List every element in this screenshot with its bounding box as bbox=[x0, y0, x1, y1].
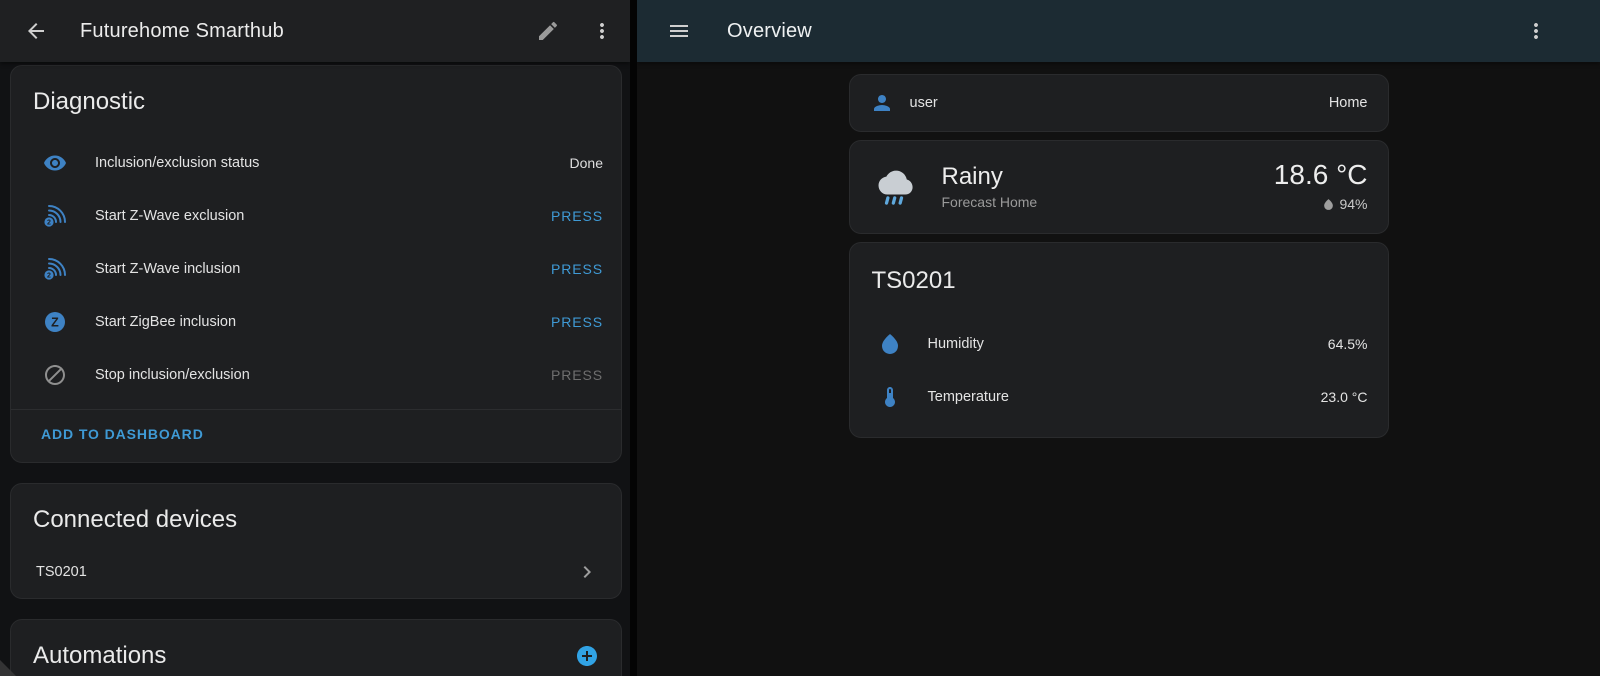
weather-condition: Rainy bbox=[942, 163, 1038, 191]
eye-icon bbox=[43, 151, 67, 175]
dashboard-view: user Home bbox=[637, 62, 1600, 676]
add-to-dashboard-button[interactable]: ADD TO DASHBOARD bbox=[41, 426, 204, 442]
device-list-item[interactable]: TS0201 bbox=[11, 548, 621, 598]
row-label: Stop inclusion/exclusion bbox=[95, 367, 250, 383]
person-name: user bbox=[910, 95, 938, 111]
z-wave-icon: 2 bbox=[43, 257, 67, 281]
entity-row-humidity[interactable]: Humidity 64.5% bbox=[850, 317, 1388, 370]
view-title: Overview bbox=[727, 20, 812, 43]
svg-text:Z: Z bbox=[51, 315, 59, 329]
press-button[interactable]: PRESS bbox=[551, 314, 603, 330]
overview-panel: Overview user Home bbox=[637, 0, 1600, 676]
entity-label: Temperature bbox=[928, 389, 1009, 405]
menu-icon bbox=[667, 19, 691, 43]
person-card[interactable]: user Home bbox=[849, 74, 1389, 132]
right-app-bar: Overview bbox=[637, 0, 1600, 62]
diagnostic-card: Diagnostic Inclusion/exclusion status Do… bbox=[10, 65, 622, 463]
entity-value: 23.0 °C bbox=[1321, 389, 1368, 405]
z-wave-icon: 2 bbox=[43, 204, 67, 228]
weather-humidity-value: 94% bbox=[1339, 196, 1367, 212]
row-zwave-inclusion[interactable]: 2 Start Z-Wave inclusion PRESS bbox=[11, 242, 621, 295]
weather-readings: 18.6 °C 94% bbox=[1274, 160, 1368, 212]
split-screen: Futurehome Smarthub Diagnostic bbox=[0, 0, 1600, 676]
entity-label: Humidity bbox=[928, 336, 984, 352]
diagnostic-rows: Inclusion/exclusion status Done 2 bbox=[11, 136, 621, 401]
row-zwave-exclusion[interactable]: 2 Start Z-Wave exclusion PRESS bbox=[11, 189, 621, 242]
press-button-disabled[interactable]: PRESS bbox=[551, 367, 603, 383]
connected-devices-title: Connected devices bbox=[11, 484, 621, 534]
humidity-icon bbox=[1322, 198, 1335, 211]
page-title: Futurehome Smarthub bbox=[80, 20, 284, 43]
diagnostic-card-footer: ADD TO DASHBOARD bbox=[11, 409, 621, 462]
back-button[interactable] bbox=[16, 11, 56, 51]
chevron-right-icon bbox=[575, 560, 599, 584]
row-label: Start Z-Wave exclusion bbox=[95, 208, 244, 224]
svg-text:2: 2 bbox=[47, 272, 51, 279]
plus-circle-icon[interactable] bbox=[575, 644, 599, 668]
thermometer-icon bbox=[878, 385, 902, 409]
device-name: TS0201 bbox=[36, 564, 87, 580]
row-label: Start ZigBee inclusion bbox=[95, 314, 236, 330]
press-button[interactable]: PRESS bbox=[551, 208, 603, 224]
dots-vertical-icon bbox=[590, 19, 614, 43]
svg-text:2: 2 bbox=[47, 219, 51, 226]
automations-card: Automations bbox=[10, 619, 622, 676]
left-app-bar: Futurehome Smarthub bbox=[0, 0, 630, 62]
row-value: Done bbox=[570, 155, 603, 171]
sensor-card-title: TS0201 bbox=[850, 267, 1388, 295]
automations-header: Automations bbox=[11, 620, 621, 676]
screen-corner-artifact bbox=[0, 660, 16, 676]
zigbee-icon: Z bbox=[43, 310, 67, 334]
overflow-menu-button[interactable] bbox=[582, 11, 622, 51]
sensor-card: TS0201 Humidity 64.5% Temperature 23.0 °… bbox=[849, 242, 1389, 438]
diagnostic-card-title: Diagnostic bbox=[11, 66, 621, 116]
weather-temperature: 18.6 °C bbox=[1274, 160, 1368, 190]
weather-subtitle: Forecast Home bbox=[942, 194, 1038, 210]
overflow-menu-button[interactable] bbox=[1516, 11, 1556, 51]
row-label: Start Z-Wave inclusion bbox=[95, 261, 240, 277]
entity-row-temperature[interactable]: Temperature 23.0 °C bbox=[850, 370, 1388, 423]
automations-title: Automations bbox=[33, 642, 166, 670]
weather-card[interactable]: Rainy Forecast Home 18.6 °C 94% bbox=[849, 140, 1389, 234]
sidebar-menu-button[interactable] bbox=[659, 11, 699, 51]
connected-devices-card: Connected devices TS0201 bbox=[10, 483, 622, 599]
edit-button[interactable] bbox=[528, 11, 568, 51]
press-button[interactable]: PRESS bbox=[551, 261, 603, 277]
row-inclusion-status: Inclusion/exclusion status Done bbox=[11, 136, 621, 189]
arrow-left-icon bbox=[24, 19, 48, 43]
weather-pouring-icon bbox=[870, 163, 916, 209]
weather-main: Rainy Forecast Home bbox=[942, 163, 1038, 210]
person-icon bbox=[870, 91, 894, 115]
row-label: Inclusion/exclusion status bbox=[95, 155, 259, 171]
entity-value: 64.5% bbox=[1328, 336, 1368, 352]
dots-vertical-icon bbox=[1524, 19, 1548, 43]
device-detail-panel: Futurehome Smarthub Diagnostic bbox=[0, 0, 637, 676]
weather-humidity: 94% bbox=[1322, 196, 1367, 212]
row-zigbee-inclusion[interactable]: Z Start ZigBee inclusion PRESS bbox=[11, 295, 621, 348]
humidity-icon bbox=[878, 332, 902, 356]
pencil-icon bbox=[536, 19, 560, 43]
block-icon bbox=[43, 363, 67, 387]
row-stop-inclusion[interactable]: Stop inclusion/exclusion PRESS bbox=[11, 348, 621, 401]
person-state: Home bbox=[1329, 95, 1368, 111]
